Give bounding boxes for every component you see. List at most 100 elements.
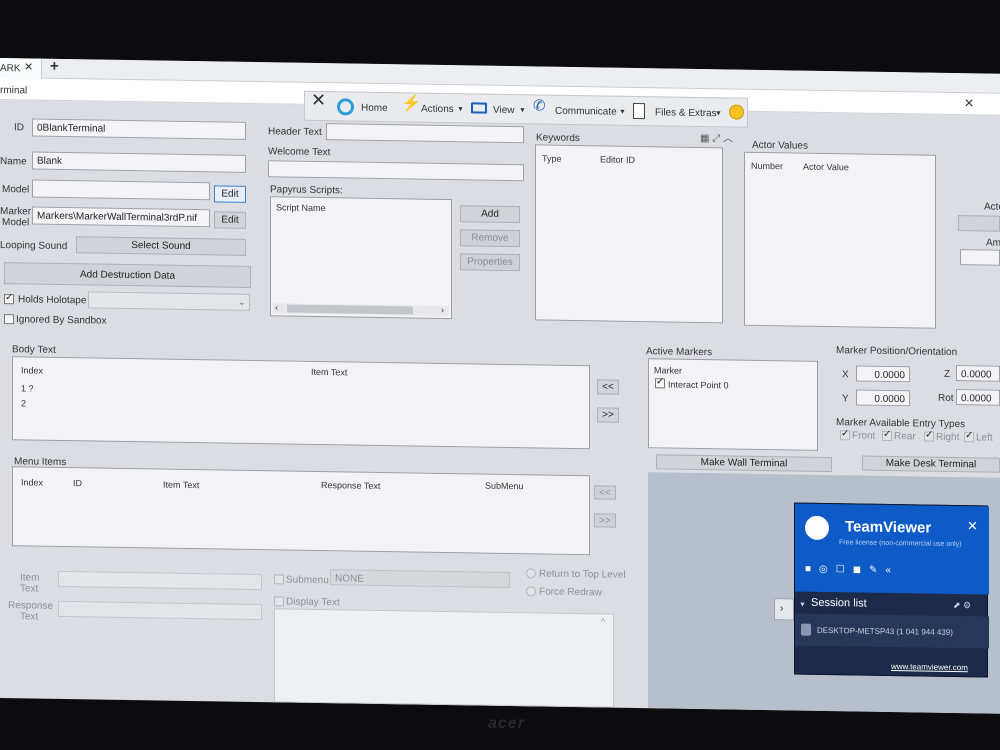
x-label: X: [842, 369, 849, 381]
new-tab-button[interactable]: +: [50, 58, 59, 75]
teamviewer-link[interactable]: www.teamviewer.com: [891, 661, 968, 673]
menu-submenu-header: SubMenu: [485, 480, 524, 492]
marker-model-field[interactable]: Markers\MarkerWallTerminal3rdP.nif: [32, 206, 210, 228]
active-markers-list[interactable]: Marker Interact Point 0: [648, 358, 818, 451]
actor-values-number-header: Number: [751, 160, 784, 172]
move-left-button[interactable]: <<: [597, 379, 619, 395]
front-checkbox[interactable]: [840, 430, 850, 441]
menu-move-right-button[interactable]: >>: [594, 513, 616, 528]
y-field[interactable]: 0.0000: [856, 389, 910, 407]
papyrus-scripts-list[interactable]: Script Name ‹ ›: [270, 196, 452, 320]
scroll-up-icon[interactable]: ^: [601, 616, 605, 627]
teamviewer-action-icons[interactable]: ■◎☐◼✎«: [805, 564, 899, 576]
make-desk-terminal-button[interactable]: Make Desk Terminal: [862, 455, 1000, 473]
browser-tab[interactable]: ARK ✕: [0, 58, 42, 79]
welcome-text-field[interactable]: [268, 160, 524, 182]
actor-values-list[interactable]: Number Actor Value: [744, 151, 936, 329]
rot-field[interactable]: 0.0000: [956, 389, 1000, 406]
grid-icon[interactable]: ▦ ⤢ ︿: [700, 133, 733, 145]
force-redraw-radio[interactable]: [526, 586, 536, 597]
marker-row[interactable]: Interact Point 0: [668, 379, 729, 390]
collapse-icon[interactable]: ▼: [799, 600, 806, 611]
display-text-checkbox[interactable]: [274, 596, 284, 607]
body-text-list[interactable]: Index Item Text 1 ? 2: [12, 356, 590, 450]
holotape-dropdown[interactable]: [88, 291, 250, 311]
response-text-label-2: Text: [20, 611, 39, 623]
id-label: ID: [14, 122, 24, 134]
teamviewer-close-icon[interactable]: ✕: [967, 518, 978, 533]
x-field[interactable]: 0.0000: [856, 365, 910, 383]
horizontal-scrollbar[interactable]: ‹ ›: [273, 302, 449, 317]
toolbar-home[interactable]: Home: [361, 103, 388, 114]
y-label: Y: [842, 393, 849, 405]
browser-tab-label: ARK: [0, 63, 21, 75]
amount-field[interactable]: [960, 249, 1000, 266]
marker-position-label: Marker Position/Orientation: [836, 345, 958, 359]
scroll-right-icon[interactable]: ›: [441, 305, 444, 316]
model-field[interactable]: [32, 179, 210, 201]
marker-model-edit-button[interactable]: Edit: [214, 211, 246, 229]
menu-move-left-button[interactable]: <<: [594, 485, 616, 500]
display-text-label: Display Text: [286, 596, 340, 609]
ignored-by-sandbox-checkbox[interactable]: [4, 314, 14, 325]
name-field[interactable]: Blank: [32, 151, 246, 173]
toolbar-files[interactable]: Files & Extras: [655, 107, 717, 119]
close-connection-icon[interactable]: ✕: [311, 90, 326, 110]
select-sound-button[interactable]: Select Sound: [76, 236, 246, 256]
item-text-label-2: Text: [20, 583, 39, 595]
file-icon: [633, 102, 645, 120]
body-row[interactable]: 2: [21, 398, 26, 408]
actor-side-label: Acto: [984, 201, 1000, 213]
chevron-down-icon: ▼: [519, 107, 526, 115]
menu-items-list[interactable]: Index ID Item Text Response Text SubMenu: [12, 466, 590, 556]
return-to-top-radio[interactable]: [526, 568, 536, 579]
item-text-field[interactable]: [58, 570, 262, 591]
toolbar-actions[interactable]: Actions: [421, 104, 454, 116]
rear-checkbox[interactable]: [882, 430, 892, 442]
teamviewer-panel: TeamViewer Free license (non-commercial …: [794, 502, 989, 678]
menu-item-text-header: Item Text: [163, 479, 200, 491]
remove-script-button[interactable]: Remove: [460, 229, 520, 248]
holds-holotape-label: Holds Holotape: [18, 294, 87, 307]
make-wall-terminal-button[interactable]: Make Wall Terminal: [656, 454, 832, 473]
chevron-down-icon: ▼: [715, 110, 722, 118]
move-right-button[interactable]: >>: [597, 407, 619, 423]
marker-header: Marker: [654, 365, 683, 376]
add-script-button[interactable]: Add: [460, 205, 520, 224]
toolbar-view[interactable]: View: [493, 105, 515, 116]
toolbar-communicate[interactable]: Communicate: [555, 106, 617, 118]
body-row[interactable]: 1 ?: [21, 383, 34, 393]
scrollbar-thumb[interactable]: [287, 304, 413, 315]
z-field[interactable]: 0.0000: [956, 365, 1000, 382]
display-text-area[interactable]: ^: [274, 608, 614, 708]
header-text-field[interactable]: [326, 123, 524, 144]
actor-side-button[interactable]: [958, 215, 1000, 232]
chevron-right-icon: ›: [780, 603, 784, 615]
add-destruction-data-button[interactable]: Add Destruction Data: [4, 262, 251, 288]
rear-label: Rear: [894, 431, 916, 443]
marker-checkbox[interactable]: [655, 378, 665, 389]
smiley-icon[interactable]: [729, 104, 744, 120]
model-edit-button[interactable]: Edit: [214, 185, 246, 203]
submenu-dropdown[interactable]: NONE: [330, 569, 510, 589]
id-field[interactable]: 0BlankTerminal: [32, 118, 246, 140]
keywords-list[interactable]: Type Editor ID: [535, 144, 723, 324]
menu-id-header: ID: [73, 478, 82, 489]
panel-handle[interactable]: ›: [774, 598, 794, 621]
marker-model-label-1: Marker: [0, 206, 32, 218]
response-text-field[interactable]: [58, 600, 262, 621]
front-label: Front: [852, 430, 876, 442]
left-checkbox[interactable]: [964, 432, 974, 443]
right-checkbox[interactable]: [924, 431, 934, 442]
properties-button[interactable]: Properties: [460, 253, 520, 272]
computer-icon: [801, 623, 811, 636]
keywords-editor-id-header: Editor ID: [600, 154, 636, 165]
session-settings-icon[interactable]: ⬈ ⚙: [953, 600, 971, 611]
session-list-item[interactable]: DESKTOP-METSP43 (1 041 944 439): [795, 613, 989, 649]
submenu-checkbox[interactable]: [274, 574, 284, 585]
scroll-left-icon[interactable]: ‹: [275, 302, 278, 313]
window-close-icon[interactable]: ✕: [964, 96, 974, 110]
holds-holotape-checkbox[interactable]: [4, 294, 14, 305]
tab-close-icon[interactable]: ✕: [24, 61, 33, 73]
keywords-label: Keywords: [536, 132, 580, 145]
